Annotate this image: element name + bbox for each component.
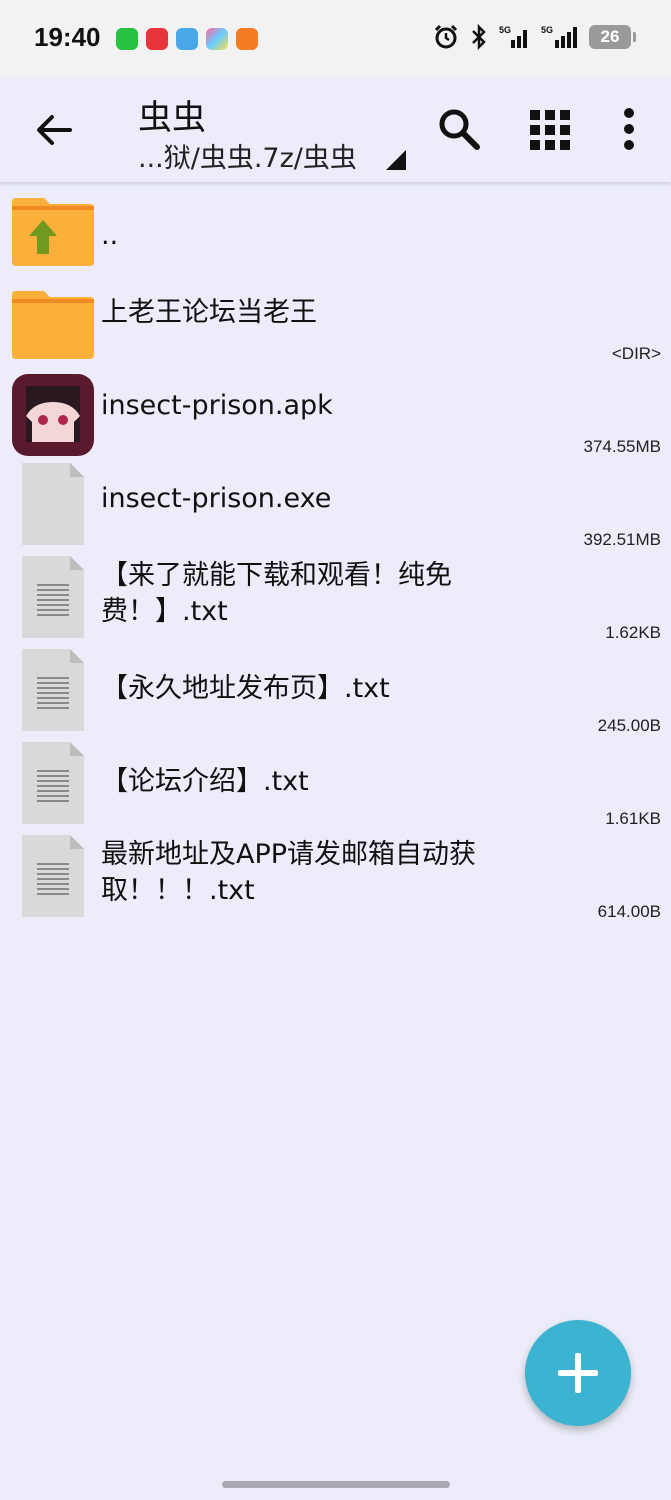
signal-icon-1: 5G — [499, 25, 527, 48]
text-file-icon — [22, 649, 84, 731]
file-meta: 614.00B — [597, 902, 661, 921]
file-meta: 392.51MB — [583, 530, 662, 549]
parent-folder-icon — [12, 198, 94, 266]
generic-file-icon — [22, 463, 84, 545]
wechat-icon — [116, 28, 138, 50]
alarm-icon — [434, 24, 458, 49]
path-dropdown-icon[interactable] — [386, 150, 406, 170]
text-file-icon — [22, 556, 84, 638]
battery-indicator: 26 — [589, 25, 636, 49]
file-name: 【来了就能下载和观看！纯免费！】.txt — [101, 560, 452, 627]
file-name: 上老王论坛当老王 — [101, 297, 317, 328]
photos-icon — [206, 28, 228, 50]
path-breadcrumb[interactable]: ...狱/虫虫.7z/虫虫 — [138, 136, 357, 175]
signal-icon-2: 5G — [541, 25, 577, 48]
list-item-apk[interactable]: insect-prison.apk 374.55MB — [0, 368, 671, 461]
app-bar: 虫虫 ...狱/虫虫.7z/虫虫 — [0, 78, 671, 182]
file-meta: 1.61KB — [605, 809, 661, 828]
add-fab-button[interactable] — [525, 1320, 631, 1426]
bluetooth-icon — [472, 24, 486, 50]
status-bar: 19:40 5G 5G 26 — [0, 0, 671, 78]
list-item-txt[interactable]: 最新地址及APP请发邮箱自动获取！！！.txt 614.00B — [0, 833, 671, 926]
signal-label-1: 5G — [499, 25, 511, 35]
grid-view-icon[interactable] — [528, 108, 572, 152]
file-name: 【论坛介绍】.txt — [101, 766, 309, 797]
folder-icon — [12, 291, 94, 359]
file-meta: 374.55MB — [583, 437, 662, 456]
file-name: insect-prison.exe — [101, 483, 332, 514]
system-icons: 5G 5G 26 — [433, 24, 636, 50]
file-name: 【永久地址发布页】.txt — [101, 673, 390, 704]
app-icon — [236, 28, 258, 50]
file-name: insect-prison.apk — [101, 390, 333, 421]
file-meta: <DIR> — [611, 344, 661, 363]
file-name: 最新地址及APP请发邮箱自动获取！！！.txt — [101, 839, 477, 906]
weather-icon — [176, 28, 198, 50]
text-file-icon — [22, 742, 84, 824]
file-meta: 245.00B — [597, 716, 661, 735]
notification-icons — [116, 28, 258, 50]
list-item-exe[interactable]: insect-prison.exe 392.51MB — [0, 461, 671, 554]
more-options-icon[interactable] — [616, 106, 642, 152]
list-item-folder[interactable]: 上老王论坛当老王 <DIR> — [0, 275, 671, 368]
list-item-txt[interactable]: 【论坛介绍】.txt 1.61KB — [0, 740, 671, 833]
status-time: 19:40 — [34, 22, 101, 52]
search-icon[interactable] — [436, 106, 482, 152]
music-icon — [146, 28, 168, 50]
file-list: .. 上老王论坛当老王 <DIR> insect-prison.apk 374.… — [0, 182, 671, 926]
signal-label-2: 5G — [541, 25, 553, 35]
list-item-txt[interactable]: 【来了就能下载和观看！纯免费！】.txt 1.62KB — [0, 554, 671, 647]
list-item-parent[interactable]: .. — [0, 182, 671, 275]
list-item-txt[interactable]: 【永久地址发布页】.txt 245.00B — [0, 647, 671, 740]
apk-app-icon — [12, 374, 94, 456]
file-meta: 1.62KB — [605, 623, 661, 642]
home-indicator[interactable] — [222, 1481, 450, 1488]
page-title: 虫虫 — [138, 98, 206, 138]
text-file-icon — [22, 835, 84, 917]
file-name: .. — [101, 220, 119, 251]
back-arrow-icon[interactable] — [32, 108, 76, 152]
